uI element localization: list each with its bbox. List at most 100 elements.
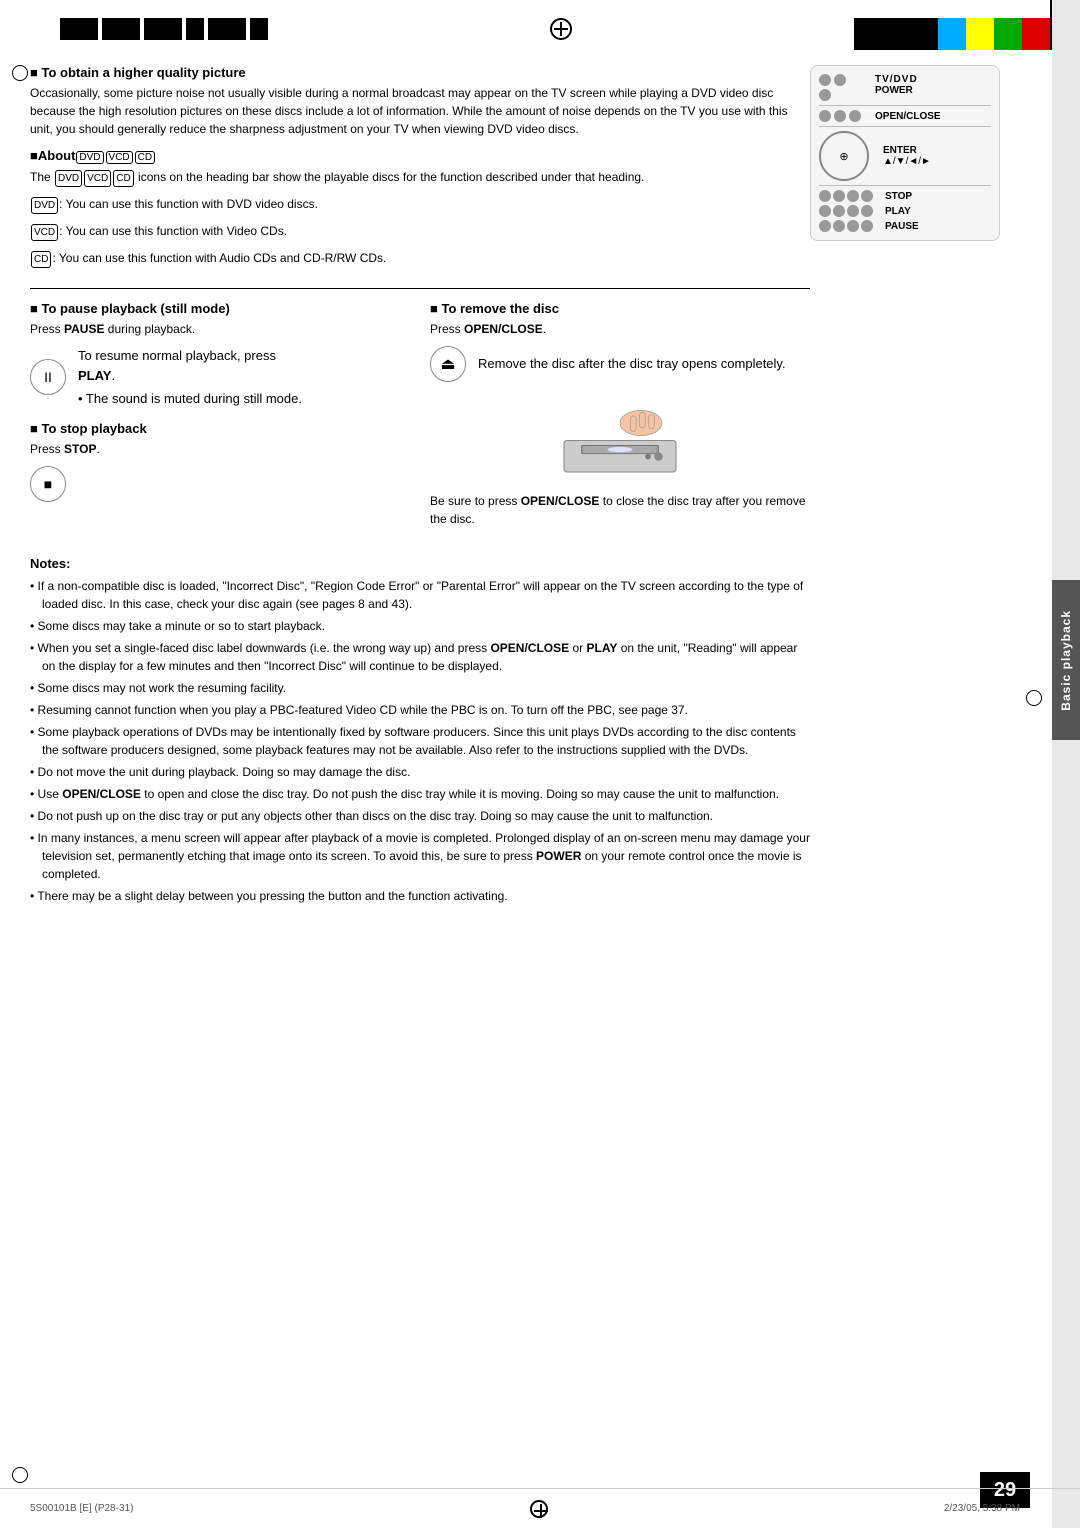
note-item-10: There may be a slight delay between you … xyxy=(30,887,810,905)
rbtn-s2 xyxy=(833,190,845,202)
cd-label-line: CD xyxy=(31,251,51,268)
vcd-label-line: VCD xyxy=(31,224,58,241)
black-block-6 xyxy=(250,18,268,40)
pause-heading: To pause playback (still mode) xyxy=(30,301,410,316)
cd-disc-label: CD xyxy=(135,151,155,164)
stop-label-col: STOP xyxy=(885,191,912,202)
nav-label: ▲/▼/◄/► xyxy=(883,156,931,167)
remove-press-text: Press OPEN/CLOSE. xyxy=(430,320,810,338)
top-left-content: To obtain a higher quality picture Occas… xyxy=(30,65,810,276)
dvd-label-line: DVD xyxy=(31,197,58,214)
pause-mute-bullet: • The sound is muted during still mode. xyxy=(78,389,302,409)
stop-icon-symbol: ■ xyxy=(44,476,52,492)
rbtn-5 xyxy=(834,89,846,101)
rbtn-p2 xyxy=(833,205,845,217)
pause-label: PAUSE xyxy=(885,221,919,232)
rbtn-p4 xyxy=(861,205,873,217)
black-block-5 xyxy=(208,18,246,40)
remove-disc-section: To remove the disc Press OPEN/CLOSE. ⏏ R… xyxy=(430,301,810,528)
rbtn-p1 xyxy=(819,205,831,217)
rbtn-s1 xyxy=(819,190,831,202)
enter-label: ENTER xyxy=(883,145,931,156)
remove-heading: To remove the disc xyxy=(430,301,810,316)
remote-visual-panel: TV/DVD POWER OPEN/CLOSE xyxy=(810,65,1010,276)
rbtn-pa1 xyxy=(819,220,831,232)
about-body-intro: The DVDVCDCD icons on the heading bar sh… xyxy=(30,168,790,187)
open-close-button-icon: ⏏ xyxy=(430,346,466,382)
remove-icon-row: ⏏ Remove the disc after the disc tray op… xyxy=(430,346,810,382)
black-block-4 xyxy=(186,18,204,40)
pause-press-text: Press PAUSE during playback. xyxy=(30,320,410,338)
about-dvd-line: DVD: You can use this function with DVD … xyxy=(30,195,790,214)
header-color-blocks xyxy=(854,0,1080,50)
vcd-disc-label: VCD xyxy=(106,151,133,164)
pause-icon-row: II To resume normal playback, press PLAY… xyxy=(30,346,410,409)
nav-circle: ⊕ xyxy=(819,131,869,181)
right-sidebar: Basic playback xyxy=(1052,0,1080,1528)
footer-left: 5S00101B [E] (P28-31) xyxy=(30,1503,133,1514)
rbtn-3 xyxy=(849,74,861,86)
play-btn-grid xyxy=(819,205,873,217)
higher-quality-heading: To obtain a higher quality picture xyxy=(30,65,790,80)
higher-quality-body: Occasionally, some picture noise not usu… xyxy=(30,84,790,138)
stop-press-text: Press STOP. xyxy=(30,440,410,458)
about-bullet: ■ xyxy=(30,148,38,163)
color-black2 xyxy=(882,18,910,50)
remove-body-text: Remove the disc after the disc tray open… xyxy=(478,354,786,374)
header-center-crosshair xyxy=(268,10,854,40)
note-item-9: In many instances, a menu screen will ap… xyxy=(30,829,810,883)
black-block-1 xyxy=(60,18,98,40)
middle-right-col: To remove the disc Press OPEN/CLOSE. ⏏ R… xyxy=(430,301,810,536)
about-heading: About xyxy=(38,148,76,163)
dvd-disc-label: DVD xyxy=(76,151,103,164)
rbtn-4 xyxy=(819,89,831,101)
rbtn-1 xyxy=(819,74,831,86)
note-item-7: Use OPEN/CLOSE to open and close the dis… xyxy=(30,785,810,803)
power-label: POWER xyxy=(875,85,918,96)
remote-labels-tv-dvd: TV/DVD POWER xyxy=(875,74,918,96)
remote-top-buttons xyxy=(819,74,869,101)
rbtn-6 xyxy=(849,89,861,101)
footer-crosshair xyxy=(530,1500,548,1518)
remote-stop-row: STOP xyxy=(819,190,991,202)
stop-label: STOP xyxy=(885,191,912,202)
basic-playback-label: Basic playback xyxy=(1052,580,1080,740)
stop-bold: STOP xyxy=(64,442,96,456)
rbtn-pa2 xyxy=(833,220,845,232)
note-item-8: Do not push up on the disc tray or put a… xyxy=(30,807,810,825)
dvd-inline-label: DVD xyxy=(55,170,82,187)
pause-resume-text: To resume normal playback, press xyxy=(78,346,302,366)
main-content: To obtain a higher quality picture Occas… xyxy=(30,55,1010,909)
rbtn-s3 xyxy=(847,190,859,202)
rbtn-7 xyxy=(819,110,831,122)
note-item-2: When you set a single-faced disc label d… xyxy=(30,639,810,675)
footer-center xyxy=(133,1500,943,1518)
open-close-bold: OPEN/CLOSE xyxy=(464,322,543,336)
pause-button-icon: II xyxy=(30,359,66,395)
note-item-3: Some discs may not work the resuming fac… xyxy=(30,679,810,697)
remote-top-row: TV/DVD POWER xyxy=(819,74,991,101)
rbtn-pa4 xyxy=(861,220,873,232)
open-close-label: OPEN/CLOSE xyxy=(875,111,941,122)
rbtn-s4 xyxy=(861,190,873,202)
play-label: PLAY xyxy=(885,206,911,217)
color-blue xyxy=(938,18,966,50)
right-crosshair-top xyxy=(1026,690,1042,706)
color-yellow xyxy=(966,18,994,50)
notes-heading: Notes: xyxy=(30,556,810,571)
about-vcd-line: VCD: You can use this function with Vide… xyxy=(30,222,790,241)
header-black-blocks xyxy=(60,18,268,40)
note-item-5: Some playback operations of DVDs may be … xyxy=(30,723,810,759)
left-crosshair-bottom xyxy=(12,1467,28,1483)
remote-control-diagram: TV/DVD POWER OPEN/CLOSE xyxy=(810,65,1000,241)
remote-play-row: PLAY xyxy=(819,205,991,217)
rbtn-8 xyxy=(834,110,846,122)
basic-playback-text: Basic playback xyxy=(1059,610,1073,711)
stop-btn-grid xyxy=(819,190,873,202)
remove-text-block: Remove the disc after the disc tray open… xyxy=(478,354,786,374)
nav-arrows-icon: ⊕ xyxy=(839,150,848,163)
color-black xyxy=(854,18,882,50)
stop-heading: To stop playback xyxy=(30,421,410,436)
enter-nav-labels: ENTER ▲/▼/◄/► xyxy=(883,145,931,167)
main-section-divider xyxy=(30,288,810,289)
